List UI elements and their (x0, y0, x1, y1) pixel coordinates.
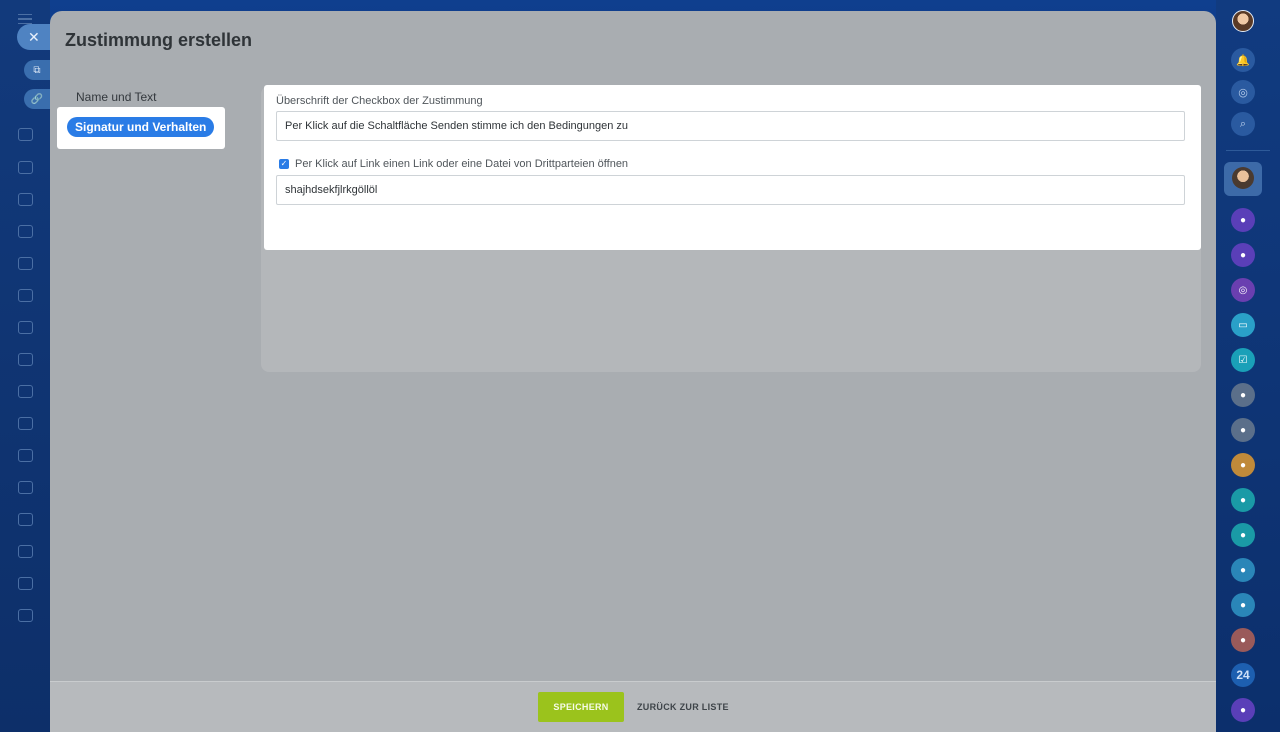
sign-icon[interactable] (18, 385, 33, 398)
chat-contact[interactable]: ● (1231, 593, 1255, 617)
chat-contact[interactable]: ☑ (1231, 348, 1255, 372)
form-card: Überschrift der Checkbox der Zustimmung … (264, 85, 1201, 250)
chat-contact[interactable]: ● (1231, 558, 1255, 582)
crm-icon[interactable] (18, 193, 33, 206)
mail-icon[interactable] (18, 257, 33, 270)
chat-contact[interactable]: ● (1231, 243, 1255, 267)
open-new-icon: ⧉ (33, 64, 41, 76)
chat-contact[interactable]: ● (1231, 418, 1255, 442)
link-checkbox-row[interactable]: ✓ Per Klick auf Link einen Link oder ein… (279, 158, 628, 170)
nav-item-name-and-text[interactable]: Name und Text (76, 90, 157, 104)
footer-bar: SPEICHERN ZURÜCK ZUR LISTE (50, 681, 1216, 732)
filter-icon[interactable] (18, 353, 33, 366)
consent-editor-panel: Zustimmung erstellen Name und Text Signa… (50, 11, 1216, 732)
check-icon: ✓ (280, 159, 288, 168)
heading-input[interactable] (276, 111, 1185, 141)
copy-link-button[interactable]: 🔗 (24, 89, 50, 109)
inventory-icon[interactable] (18, 513, 33, 526)
link-checkbox-label: Per Klick auf Link einen Link oder eine … (295, 158, 629, 170)
left-sidebar: ✕ ⧉ 🔗 (0, 0, 57, 732)
sites-icon[interactable] (18, 417, 33, 430)
chat-contact-active[interactable] (1224, 162, 1262, 196)
contact-avatar (1232, 167, 1254, 189)
search-icon: ⌕ (1239, 117, 1247, 130)
bitrix24-badge[interactable]: 24 (1231, 663, 1255, 687)
chat-contact[interactable]: ● (1231, 523, 1255, 547)
automation-icon[interactable] (18, 577, 33, 590)
calendar-icon[interactable] (18, 289, 33, 302)
user-avatar[interactable] (1232, 10, 1254, 32)
search-button[interactable]: ⌕ (1231, 112, 1255, 136)
chat-contact[interactable]: ● (1231, 383, 1255, 407)
chat-contact[interactable]: ● (1231, 488, 1255, 512)
chat-contact[interactable]: ● (1231, 628, 1255, 652)
chat-contact[interactable]: ● (1231, 453, 1255, 477)
page-title: Zustimmung erstellen (65, 30, 253, 50)
settings-icon[interactable] (18, 609, 33, 622)
right-sidebar: 🔔 ◎ ⌕ ● ● ◎ ▭ ☑ ● ● ● ● ● ● ● ● 24 ● (1216, 0, 1280, 732)
feed-icon[interactable] (18, 128, 33, 141)
menu-icon[interactable] (18, 14, 32, 24)
chat-icon[interactable] (18, 321, 33, 334)
tasks-icon[interactable] (18, 225, 33, 238)
chat-contact[interactable]: ▭ (1231, 313, 1255, 337)
save-button[interactable]: SPEICHERN (538, 692, 624, 722)
link-input[interactable] (276, 175, 1185, 205)
notifications-button[interactable]: 🔔 (1231, 48, 1255, 72)
marketing-icon[interactable] (18, 481, 33, 494)
activity-button[interactable]: ◎ (1231, 80, 1255, 104)
link-icon: 🔗 (30, 93, 44, 105)
chat-contact[interactable]: ● (1231, 698, 1255, 722)
link-checkbox[interactable]: ✓ (279, 159, 289, 169)
chat-contact[interactable]: ◎ (1231, 278, 1255, 302)
nav-item-signature-and-behavior[interactable]: Signatur und Verhalten (67, 117, 215, 137)
chat-contact[interactable]: ● (1231, 208, 1255, 232)
rail-divider (1226, 150, 1270, 151)
shop-icon[interactable] (18, 449, 33, 462)
heading-field-label: Überschrift der Checkbox der Zustimmung (276, 95, 483, 107)
bell-icon: 🔔 (1236, 54, 1250, 67)
contacts-icon[interactable] (18, 161, 33, 174)
close-icon: ✕ (28, 28, 40, 45)
back-to-list-link[interactable]: ZURÜCK ZUR LISTE (637, 702, 729, 712)
open-in-new-window-button[interactable]: ⧉ (24, 60, 50, 80)
pulse-icon: ◎ (1238, 86, 1248, 99)
analytics-icon[interactable] (18, 545, 33, 558)
nav-item-signature-container: Signatur und Verhalten (57, 107, 225, 149)
